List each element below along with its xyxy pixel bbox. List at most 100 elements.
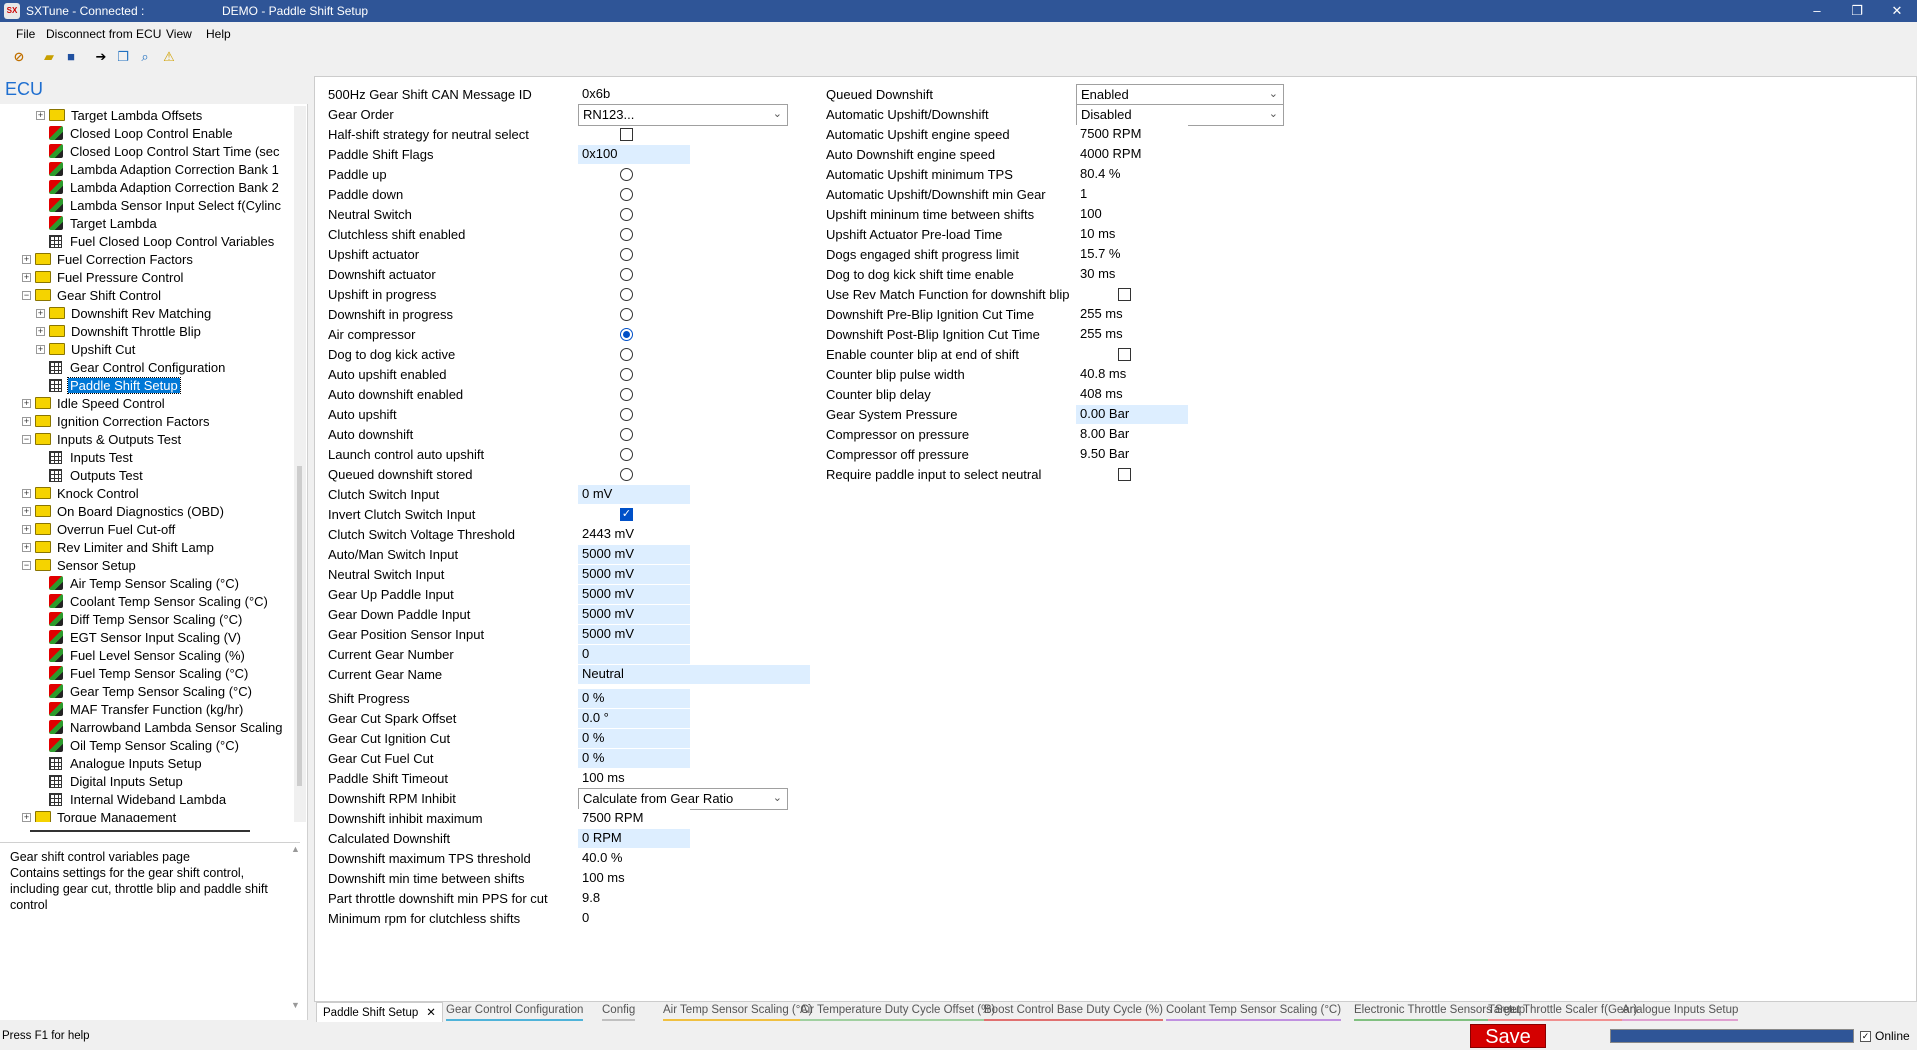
menu-disconnect[interactable]: Disconnect from ECU	[46, 27, 161, 41]
tree-item-internal-wideband-lambda[interactable]: Internal Wideband Lambda	[36, 790, 228, 808]
require-paddle-input-to-select-neutral-checkbox[interactable]	[1118, 468, 1131, 481]
chevron-down-icon[interactable]: ⌄	[773, 791, 782, 804]
automatic-upshift-downshift-select[interactable]: Disabled ⌄	[1076, 104, 1284, 126]
tree-item-fuel-pressure-control[interactable]: + Fuel Pressure Control	[22, 268, 185, 286]
scroll-down-icon[interactable]: ▼	[291, 1000, 303, 1010]
tree-expander-icon[interactable]: +	[22, 272, 31, 282]
tab-target-throttle-scaler-f-gear[interactable]: Target Throttle Scaler f(Gear)	[1488, 1004, 1638, 1021]
tree-item-analogue-inputs-setup[interactable]: Analogue Inputs Setup	[36, 754, 204, 772]
menu-help[interactable]: Help	[206, 27, 231, 41]
tree-item-on-board-diagnostics-obd[interactable]: + On Board Diagnostics (OBD)	[22, 502, 226, 520]
tree-item-oil-temp-sensor-scaling-c[interactable]: Oil Temp Sensor Scaling (°C)	[36, 736, 241, 754]
tree-expander-icon[interactable]: +	[36, 326, 45, 336]
tree-scrollbar[interactable]	[294, 106, 306, 822]
compressor-off-pressure-field[interactable]: 9.50 Bar	[1076, 445, 1188, 464]
tree-item-closed-loop-control-start-time-sec[interactable]: Closed Loop Control Start Time (sec	[36, 142, 282, 160]
tree-item-maf-transfer-function-kg-hr[interactable]: MAF Transfer Function (kg/hr)	[36, 700, 245, 718]
counter-blip-pulse-width-field[interactable]: 40.8 ms	[1076, 365, 1188, 384]
tree-item-idle-speed-control[interactable]: + Idle Speed Control	[22, 394, 167, 412]
tree-expander-icon[interactable]: +	[36, 110, 45, 120]
tree-item-downshift-rev-matching[interactable]: + Downshift Rev Matching	[36, 304, 213, 322]
minimum-rpm-for-clutchless-shifts-field[interactable]: 0	[578, 909, 690, 928]
tree-item-rev-limiter-and-shift-lamp[interactable]: + Rev Limiter and Shift Lamp	[22, 538, 216, 556]
tree-scrollbar-thumb[interactable]	[297, 466, 302, 786]
tree-item-inputs-outputs-test[interactable]: − Inputs & Outputs Test	[22, 430, 183, 448]
tree-item-closed-loop-control-enable[interactable]: Closed Loop Control Enable	[36, 124, 235, 142]
tree-item-air-temp-sensor-scaling-c[interactable]: Air Temp Sensor Scaling (°C)	[36, 574, 241, 592]
tree-item-diff-temp-sensor-scaling-c[interactable]: Diff Temp Sensor Scaling (°C)	[36, 610, 244, 628]
tree-item-target-lambda-offsets[interactable]: + Target Lambda Offsets	[36, 106, 204, 124]
tab-boost-control-base-duty-cycle[interactable]: Boost Control Base Duty Cycle (%)	[984, 1004, 1163, 1021]
tree-expander-icon[interactable]: +	[22, 488, 31, 498]
tree-item-ignition-correction-factors[interactable]: + Ignition Correction Factors	[22, 412, 211, 430]
tree-expander-icon[interactable]: +	[36, 308, 45, 318]
downshift-post-blip-ignition-cut-time-field[interactable]: 255 ms	[1076, 325, 1188, 344]
tab-paddle-shift-setup[interactable]: Paddle Shift Setup ✕	[316, 1002, 443, 1022]
online-toggle[interactable]: ✓ Online	[1860, 1029, 1910, 1043]
tree-item-lambda-adaption-correction-bank-1[interactable]: Lambda Adaption Correction Bank 1	[36, 160, 281, 178]
tab-air-temperature-duty-cycle-offset[interactable]: Air Temperature Duty Cycle Offset (%)	[800, 1004, 996, 1021]
tree-item-gear-temp-sensor-scaling-c[interactable]: Gear Temp Sensor Scaling (°C)	[36, 682, 254, 700]
copy-icon[interactable]: ❐	[114, 48, 132, 66]
tree-item-fuel-temp-sensor-scaling-c[interactable]: Fuel Temp Sensor Scaling (°C)	[36, 664, 250, 682]
close-window-button[interactable]: ✕	[1877, 0, 1917, 22]
tab-analogue-inputs-setup[interactable]: Analogue Inputs Setup	[1622, 1004, 1739, 1021]
downshift-min-time-between-shifts-field[interactable]: 100 ms	[578, 869, 690, 888]
dog-to-dog-kick-shift-time-enable-field[interactable]: 30 ms	[1076, 265, 1188, 284]
scroll-up-icon[interactable]: ▲	[291, 844, 303, 854]
tree-item-gear-control-configuration[interactable]: Gear Control Configuration	[36, 358, 227, 376]
tree-item-fuel-level-sensor-scaling[interactable]: Fuel Level Sensor Scaling (%)	[36, 646, 247, 664]
compressor-on-pressure-field[interactable]: 8.00 Bar	[1076, 425, 1188, 444]
description-scrollbar[interactable]: ▲ ▼	[291, 844, 303, 1014]
downshift-maximum-tps-threshold-field[interactable]: 40.0 %	[578, 849, 690, 868]
navigate-icon[interactable]: ➔	[92, 48, 110, 66]
clutch-switch-voltage-threshold-field[interactable]: 2443 mV	[578, 525, 690, 544]
tree-expander-icon[interactable]: −	[22, 560, 31, 570]
invert-clutch-switch-input-checkbox[interactable]: ✓	[620, 508, 633, 521]
use-rev-match-function-for-downshift-blip-checkbox[interactable]	[1118, 288, 1131, 301]
tree-item-gear-shift-control[interactable]: − Gear Shift Control	[22, 286, 163, 304]
maximize-button[interactable]: ❐	[1837, 0, 1877, 22]
tab-config[interactable]: Config	[602, 1004, 636, 1021]
tree-expander-icon[interactable]: +	[22, 254, 31, 264]
half-shift-strategy-for-neutral-select-checkbox[interactable]	[620, 128, 633, 141]
tree-item-upshift-cut[interactable]: + Upshift Cut	[36, 340, 137, 358]
minimize-button[interactable]: –	[1797, 0, 1837, 22]
tree-expander-icon[interactable]: +	[22, 398, 31, 408]
tree-item-target-lambda[interactable]: Target Lambda	[36, 214, 159, 232]
queued-downshift-select[interactable]: Enabled ⌄	[1076, 84, 1284, 106]
dogs-engaged-shift-progress-limit-field[interactable]: 15.7 %	[1076, 245, 1188, 264]
tree-item-lambda-sensor-input-select-f-cylinc[interactable]: Lambda Sensor Input Select f(Cylinc	[36, 196, 283, 214]
tree-expander-icon[interactable]: +	[22, 542, 31, 552]
chevron-down-icon[interactable]: ⌄	[1269, 107, 1278, 120]
tab-gear-control-configuration[interactable]: Gear Control Configuration	[446, 1004, 584, 1021]
chevron-down-icon[interactable]: ⌄	[773, 107, 782, 120]
gear-order-select[interactable]: RN123... ⌄	[578, 104, 788, 126]
tree-expander-icon[interactable]: +	[22, 416, 31, 426]
save-button[interactable]: Save	[1470, 1024, 1546, 1048]
tab-air-temp-sensor-scaling-c[interactable]: Air Temp Sensor Scaling (°C)	[663, 1004, 813, 1021]
tree-item-coolant-temp-sensor-scaling-c[interactable]: Coolant Temp Sensor Scaling (°C)	[36, 592, 270, 610]
tree-expander-icon[interactable]: −	[22, 290, 31, 300]
tree-item-knock-control[interactable]: + Knock Control	[22, 484, 141, 502]
downshift-inhibit-maximum-field[interactable]: 7500 RPM	[578, 809, 690, 828]
tree-expander-icon[interactable]: +	[22, 812, 31, 822]
tree-expander-icon[interactable]: +	[22, 524, 31, 534]
500hz-gear-shift-can-message-id-field[interactable]: 0x6b	[578, 85, 690, 104]
counter-blip-delay-field[interactable]: 408 ms	[1076, 385, 1188, 404]
tree-item-digital-inputs-setup[interactable]: Digital Inputs Setup	[36, 772, 185, 790]
tree-horizontal-scrollbar[interactable]	[30, 830, 250, 832]
automatic-upshift-downshift-min-gear-field[interactable]: 1	[1076, 185, 1188, 204]
automatic-upshift-minimum-tps-field[interactable]: 80.4 %	[1076, 165, 1188, 184]
menu-view[interactable]: View	[166, 27, 192, 41]
automatic-upshift-engine-speed-field[interactable]: 7500 RPM	[1076, 125, 1188, 144]
paddle-shift-timeout-field[interactable]: 100 ms	[578, 769, 690, 788]
auto-downshift-engine-speed-field[interactable]: 4000 RPM	[1076, 145, 1188, 164]
tree-item-overrun-fuel-cut-off[interactable]: + Overrun Fuel Cut-off	[22, 520, 177, 538]
upshift-mininum-time-between-shifts-field[interactable]: 100	[1076, 205, 1188, 224]
alert-icon[interactable]: ⚠	[160, 48, 178, 66]
tree-item-paddle-shift-setup[interactable]: Paddle Shift Setup	[36, 376, 181, 394]
open-folder-icon[interactable]: ▰	[40, 48, 58, 66]
tree-item-fuel-closed-loop-control-variables[interactable]: Fuel Closed Loop Control Variables	[36, 232, 276, 250]
menu-file[interactable]: File	[16, 27, 35, 41]
